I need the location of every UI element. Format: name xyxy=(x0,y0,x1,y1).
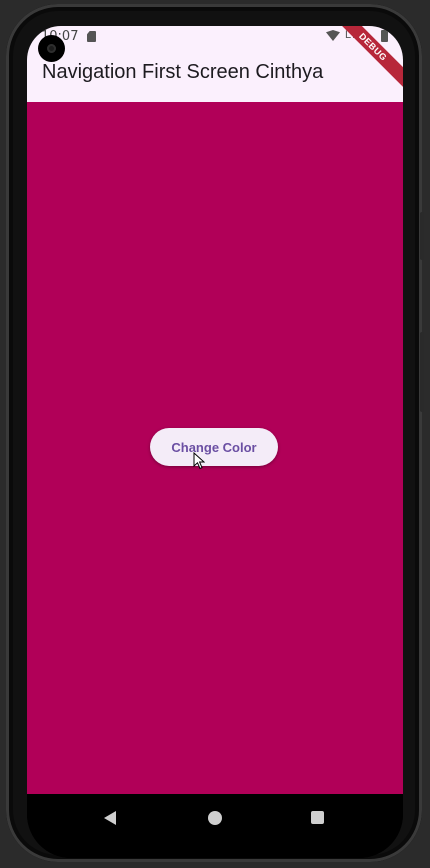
wifi-icon xyxy=(326,30,340,41)
device-screen: 10:07 LTE Navigation First Screen Cinthy… xyxy=(27,26,403,858)
mouse-cursor-icon xyxy=(193,452,205,470)
sd-card-icon xyxy=(87,31,96,42)
battery-icon xyxy=(381,30,388,42)
volume-button xyxy=(420,212,424,260)
power-button xyxy=(420,332,424,412)
system-nav-bar xyxy=(27,794,403,858)
recents-icon[interactable] xyxy=(311,811,324,824)
back-icon[interactable] xyxy=(104,811,116,825)
change-color-button[interactable]: Change Color xyxy=(150,428,278,466)
color-area: Change Color xyxy=(27,102,403,794)
page-title: Navigation First Screen Cinthya xyxy=(42,61,324,83)
home-icon[interactable] xyxy=(208,811,222,825)
app-bar: 10:07 LTE Navigation First Screen Cinthy… xyxy=(27,26,403,102)
camera-punch-hole xyxy=(38,35,65,62)
